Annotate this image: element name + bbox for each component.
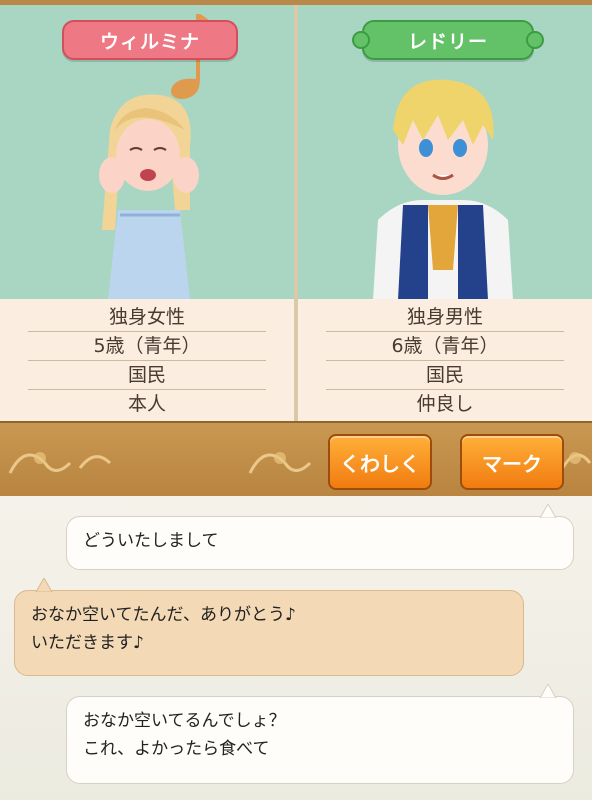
right-info-age: 6歳（青年） bbox=[326, 332, 564, 361]
details-button[interactable]: くわしく bbox=[328, 434, 432, 490]
right-info-marital: 独身男性 bbox=[326, 303, 564, 332]
left-info-relation: 本人 bbox=[127, 393, 166, 415]
bubble-tail bbox=[539, 684, 557, 698]
right-character-portrait bbox=[373, 79, 513, 299]
bubble-tail bbox=[35, 578, 53, 592]
left-info-status: 国民 bbox=[28, 361, 266, 390]
chat-bubble-line: いただきます♪ bbox=[31, 633, 144, 653]
right-info-status: 国民 bbox=[326, 361, 564, 390]
chat-bubble-text: どういたしまして bbox=[83, 531, 219, 551]
right-character-info: 独身男性 6歳（青年） 国民 仲良し bbox=[298, 299, 592, 421]
chat-bubble-right-2: おなか空いてるんでしょ？ これ、よかったら食べて bbox=[66, 696, 574, 784]
chat-bubble-line: おなか空いてるんでしょ？ bbox=[83, 711, 286, 731]
mark-button[interactable]: マーク bbox=[460, 434, 564, 490]
chat-bubble-right-1: どういたしまして bbox=[66, 516, 574, 570]
left-info-marital: 独身女性 bbox=[28, 303, 266, 332]
right-character-name-tag: レドリー bbox=[352, 20, 544, 60]
chat-bubble-line: おなか空いてたんだ、ありがとう♪ bbox=[31, 605, 296, 625]
chat-bubble-left-1: おなか空いてたんだ、ありがとう♪ いただきます♪ bbox=[14, 590, 524, 676]
bubble-tail bbox=[539, 504, 557, 518]
left-info-age: 5歳（青年） bbox=[28, 332, 266, 361]
left-character-name-tag: ウィルミナ bbox=[62, 20, 238, 60]
chat-bubble-line: これ、よかったら食べて bbox=[83, 739, 270, 759]
right-info-relation: 仲良し bbox=[416, 393, 474, 415]
left-character-portrait bbox=[99, 94, 199, 299]
left-character-info: 独身女性 5歳（青年） 国民 本人 bbox=[0, 299, 294, 421]
